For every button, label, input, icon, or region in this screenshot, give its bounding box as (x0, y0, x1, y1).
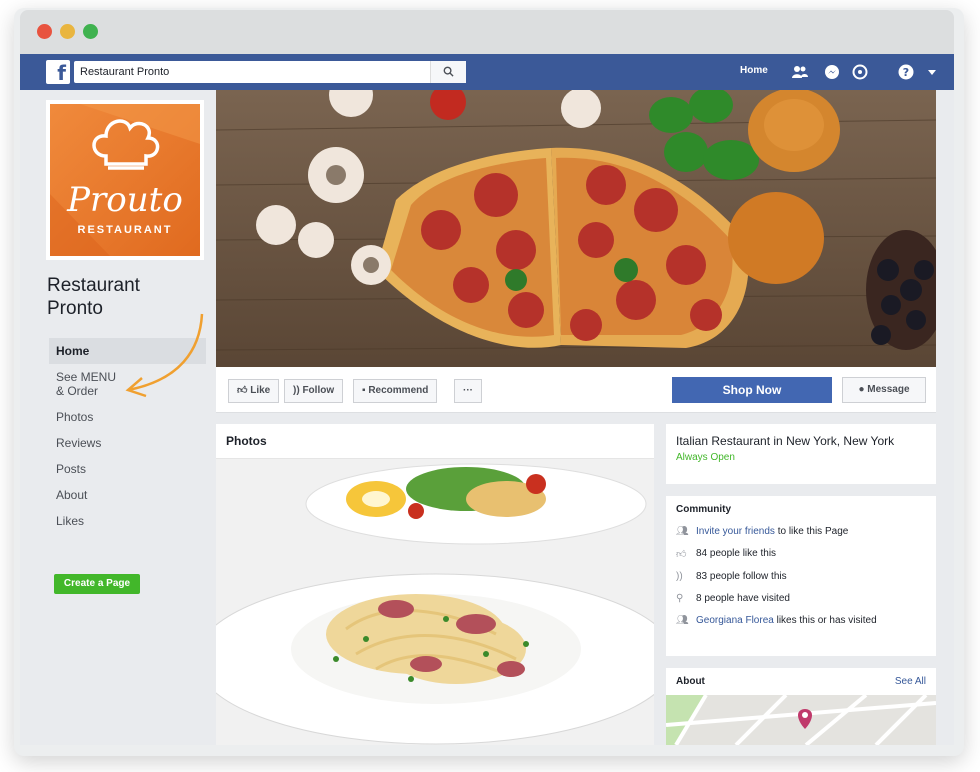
community-likes-row: 👍︎ 84 people like this (666, 543, 936, 566)
search-button[interactable] (430, 61, 466, 83)
like-button-label: Like (250, 385, 271, 396)
dropdown-icon[interactable] (924, 64, 940, 80)
category-text: Italian Restaurant in New York, New York (676, 434, 895, 448)
search-icon (443, 66, 454, 77)
friends-icon[interactable] (792, 64, 808, 80)
recommend-button[interactable]: ▪ Recommend (353, 379, 438, 403)
community-follows-row: )) 83 people follow this (666, 566, 936, 588)
messenger-small-icon: ● (858, 384, 865, 395)
community-visited-row: ⚲ 8 people have visited (666, 588, 936, 610)
friend-name-link[interactable]: Georgiana Florea (696, 615, 774, 626)
invite-text: Invite your friends to like this Page (696, 526, 848, 537)
rss-icon: )) (293, 385, 300, 396)
message-button-label: Message (867, 384, 910, 395)
cover-photo[interactable] (216, 90, 936, 367)
recommend-button-label: Recommend (368, 385, 429, 396)
highlight-arrow-icon (125, 313, 204, 398)
rss-icon: )) (676, 571, 683, 582)
sidebar-item-likes[interactable]: Likes (49, 508, 206, 534)
invite-friends-link[interactable]: Invite your friends (696, 526, 775, 537)
help-icon[interactable]: ? (898, 64, 914, 80)
nav-home-link[interactable]: Home (740, 65, 768, 76)
comment-icon: ▪ (362, 385, 366, 396)
friends-small-icon: 👥︎ (676, 615, 689, 626)
facebook-top-bar: f Restaurant Pronto Home ? (20, 54, 954, 90)
photos-card-title[interactable]: Photos (216, 424, 654, 459)
community-title: Community (676, 504, 731, 515)
search-input[interactable]: Restaurant Pronto (74, 61, 466, 83)
like-button[interactable]: 👍︎ Like (228, 379, 280, 403)
pizza-cover-image (216, 90, 936, 367)
invite-suffix: to like this Page (774, 526, 849, 537)
friend-activity-text: Georgiana Florea likes this or has visit… (696, 615, 877, 626)
hours-status: Always Open (676, 452, 735, 463)
browser-window: f Restaurant Pronto Home ? Prouto RESTAU… (20, 10, 954, 745)
community-invite-row: 👥︎ Invite your friends to like this Page (666, 521, 936, 543)
message-button[interactable]: ● Message (842, 377, 926, 403)
restaurant-logo: Prouto RESTAURANT (50, 104, 200, 256)
location-pin-icon: ⚲ (676, 593, 684, 604)
follows-count-text: 83 people follow this (696, 571, 787, 582)
pasta-photo[interactable] (216, 459, 654, 745)
maximize-window-button[interactable] (83, 24, 98, 39)
close-window-button[interactable] (37, 24, 52, 39)
sidebar-item-posts[interactable]: Posts (49, 456, 206, 482)
page-sidebar: Prouto RESTAURANT Restaurant Pronto Home… (20, 90, 215, 745)
likes-count-text: 84 people like this (696, 548, 777, 559)
sidebar-item-reviews[interactable]: Reviews (49, 430, 206, 456)
logo-subtitle: RESTAURANT (77, 224, 173, 236)
community-friend-row: 👥︎ Georgiana Florea likes this or has vi… (666, 610, 936, 632)
sidebar-item-about[interactable]: About (49, 482, 206, 508)
page-action-bar: 👍︎ Like )) Follow ▪ Recommend ··· Shop N… (216, 367, 936, 413)
shop-now-button[interactable]: Shop Now (672, 377, 832, 403)
community-card: Community 👥︎ Invite your friends to like… (666, 496, 936, 656)
search-value: Restaurant Pronto (80, 66, 170, 78)
about-card: About See All (666, 668, 936, 745)
window-titlebar (20, 10, 954, 54)
profile-picture[interactable]: Prouto RESTAURANT (46, 100, 204, 260)
logo-script-text: Prouto (67, 180, 183, 220)
notifications-icon[interactable] (852, 64, 868, 80)
location-map[interactable] (666, 695, 936, 745)
create-page-button[interactable]: Create a Page (54, 574, 140, 594)
visited-count-text: 8 people have visited (696, 593, 790, 604)
minimize-window-button[interactable] (60, 24, 75, 39)
follow-button[interactable]: )) Follow (284, 379, 344, 403)
more-button[interactable]: ··· (454, 379, 482, 403)
about-title: About (676, 676, 705, 687)
see-all-link[interactable]: See All (895, 676, 926, 687)
svg-text:?: ? (903, 66, 909, 79)
sidebar-item-menu-order[interactable]: See MENU & Order (49, 364, 119, 404)
thumbs-up-icon: 👍︎ (237, 385, 248, 396)
photos-card: Photos (216, 424, 654, 745)
invite-friends-icon: 👥︎ (676, 526, 689, 537)
thumbs-up-icon: 👍︎ (676, 549, 687, 560)
friend-activity-suffix: likes this or has visited (773, 615, 877, 626)
follow-button-label: Follow (302, 385, 335, 396)
facebook-logo-icon[interactable]: f (46, 60, 70, 85)
messenger-icon[interactable] (824, 64, 840, 80)
map-image (666, 695, 936, 745)
info-card: Italian Restaurant in New York, New York… (666, 424, 936, 484)
